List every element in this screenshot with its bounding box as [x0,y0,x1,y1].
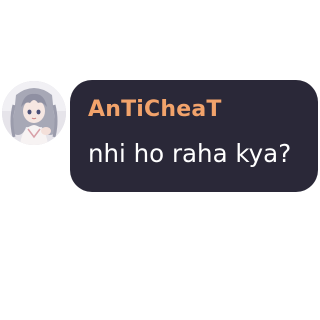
chat-canvas: AnTiCheaT nhi ho raha kya? [0,0,320,320]
chat-message: AnTiCheaT nhi ho raha kya? [0,0,320,320]
message-bubble: AnTiCheaT nhi ho raha kya? [70,80,318,192]
avatar-image [2,81,66,145]
avatar[interactable] [2,81,66,145]
message-text: nhi ho raha kya? [88,139,292,168]
author-name[interactable]: AnTiCheaT [88,96,222,124]
